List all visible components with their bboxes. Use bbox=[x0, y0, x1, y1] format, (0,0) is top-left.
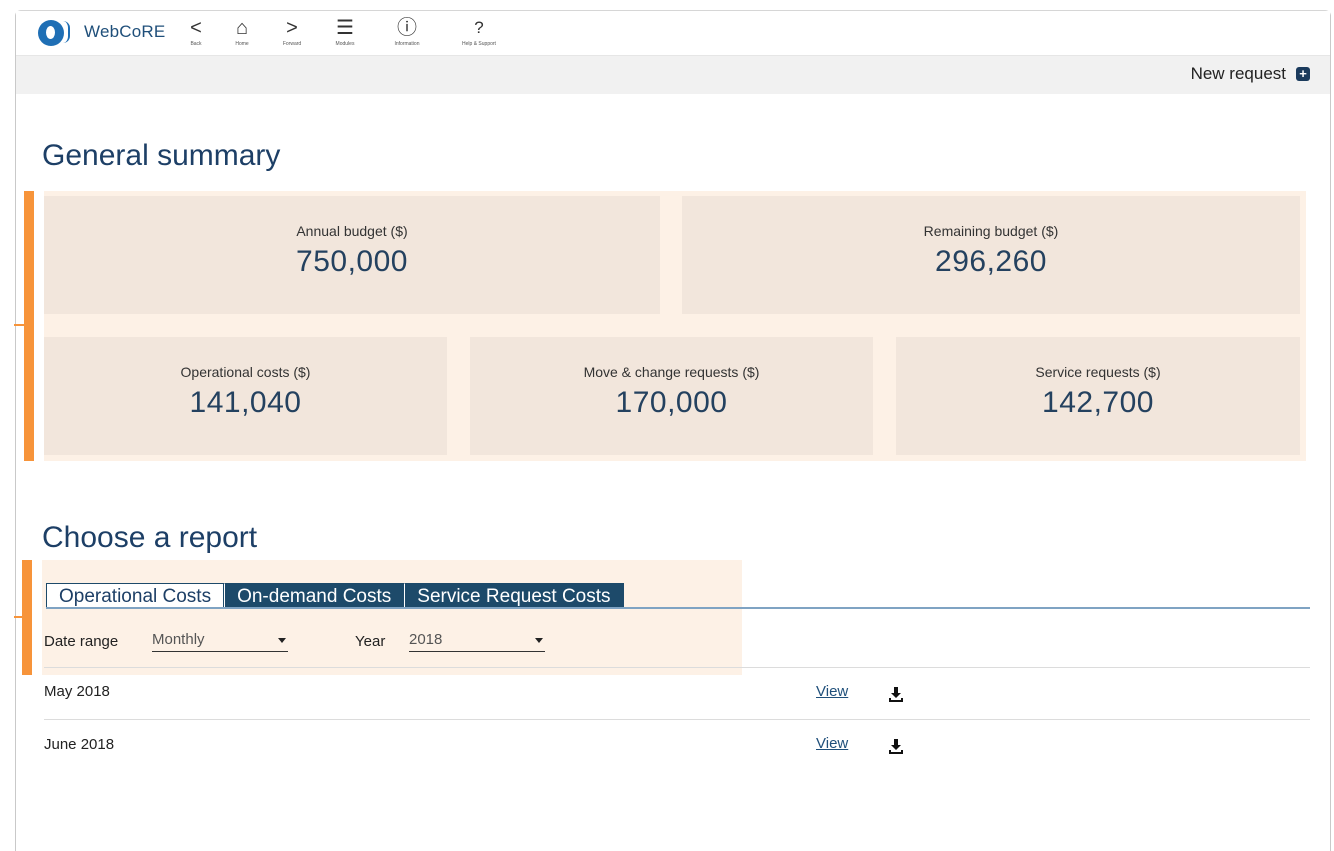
home-label: Home bbox=[235, 41, 249, 47]
modules-label: Modules bbox=[335, 41, 355, 47]
summary-card-move-change: Move & change requests ($) 170,000 bbox=[470, 337, 873, 455]
information-label: Information bbox=[394, 41, 420, 47]
app-title: WebCoRE bbox=[84, 22, 166, 41]
year-value: 2018 bbox=[409, 631, 443, 648]
date-range-value: Monthly bbox=[152, 631, 205, 648]
card-value: 750,000 bbox=[296, 245, 408, 278]
card-label: Annual budget ($) bbox=[296, 223, 408, 239]
summary-highlight-tick bbox=[14, 324, 24, 326]
back-label: Back bbox=[190, 41, 202, 47]
logo-arc bbox=[63, 21, 70, 43]
download-icon[interactable] bbox=[888, 686, 904, 702]
summary-card-operational-costs: Operational costs ($) 141,040 bbox=[44, 337, 447, 455]
tab-operational-costs[interactable]: Operational Costs bbox=[46, 583, 225, 608]
help-icon: ? bbox=[474, 18, 484, 37]
year-label: Year bbox=[355, 633, 386, 650]
chevron-down-icon bbox=[278, 638, 286, 643]
date-range-select[interactable]: Monthly bbox=[152, 631, 288, 652]
home-icon: ⌂ bbox=[235, 17, 249, 39]
card-label: Move & change requests ($) bbox=[583, 364, 760, 380]
download-icon[interactable] bbox=[888, 738, 904, 754]
card-label: Service requests ($) bbox=[1035, 364, 1161, 380]
row-divider bbox=[44, 667, 1310, 668]
summary-highlight-bar bbox=[24, 191, 34, 461]
top-toolbar: WebCoRE < Back ⌂ Home > Forward ☰ Module… bbox=[16, 11, 1330, 56]
new-request-label: New request bbox=[1190, 64, 1286, 83]
report-highlight-tick bbox=[14, 616, 24, 618]
tab-service-request-costs[interactable]: Service Request Costs bbox=[404, 583, 624, 608]
card-label: Remaining budget ($) bbox=[923, 223, 1059, 239]
date-range-label: Date range bbox=[44, 633, 119, 650]
app-window: WebCoRE < Back ⌂ Home > Forward ☰ Module… bbox=[14, 10, 1331, 851]
action-bar: New request + bbox=[16, 56, 1330, 94]
row-divider bbox=[44, 719, 1310, 720]
help-support-button[interactable]: ? Help & Support bbox=[457, 15, 501, 48]
view-link[interactable]: View bbox=[816, 735, 848, 752]
card-value: 296,260 bbox=[935, 245, 1047, 278]
summary-card-service-requests: Service requests ($) 142,700 bbox=[896, 337, 1300, 455]
chevron-left-icon: < bbox=[190, 17, 202, 39]
card-value: 142,700 bbox=[1042, 386, 1154, 419]
help-support-label: Help & Support bbox=[462, 41, 496, 47]
card-value: 141,040 bbox=[189, 386, 302, 419]
tab-underline bbox=[46, 607, 1310, 609]
information-button[interactable]: ⓘ Information bbox=[385, 15, 429, 48]
forward-label: Forward bbox=[282, 41, 302, 47]
back-button[interactable]: < Back bbox=[174, 15, 218, 48]
modules-button[interactable]: ☰ Modules bbox=[323, 15, 367, 48]
summary-title: General summary bbox=[42, 139, 281, 172]
report-title: Choose a report bbox=[42, 521, 258, 554]
card-value: 170,000 bbox=[615, 386, 728, 419]
row-period: May 2018 bbox=[44, 683, 110, 700]
chevron-down-icon bbox=[535, 638, 543, 643]
chevron-right-icon: > bbox=[286, 17, 298, 39]
row-period: June 2018 bbox=[44, 736, 115, 753]
info-icon: ⓘ bbox=[397, 17, 417, 39]
report-highlight bbox=[42, 560, 742, 675]
view-link[interactable]: View bbox=[816, 683, 848, 700]
summary-card-annual-budget: Annual budget ($) 750,000 bbox=[44, 196, 660, 314]
report-tabs: Operational Costs On-demand Costs Servic… bbox=[46, 583, 624, 609]
year-select[interactable]: 2018 bbox=[409, 631, 545, 652]
webcore-logo-icon bbox=[38, 20, 64, 46]
tab-on-demand-costs[interactable]: On-demand Costs bbox=[224, 583, 405, 608]
menu-icon: ☰ bbox=[336, 17, 354, 39]
plus-square-icon: + bbox=[1296, 67, 1310, 81]
summary-card-remaining-budget: Remaining budget ($) 296,260 bbox=[682, 196, 1300, 314]
new-request-button[interactable]: New request + bbox=[1191, 64, 1310, 84]
forward-button[interactable]: > Forward bbox=[270, 15, 314, 48]
card-label: Operational costs ($) bbox=[180, 364, 311, 380]
home-button[interactable]: ⌂ Home bbox=[220, 15, 264, 48]
